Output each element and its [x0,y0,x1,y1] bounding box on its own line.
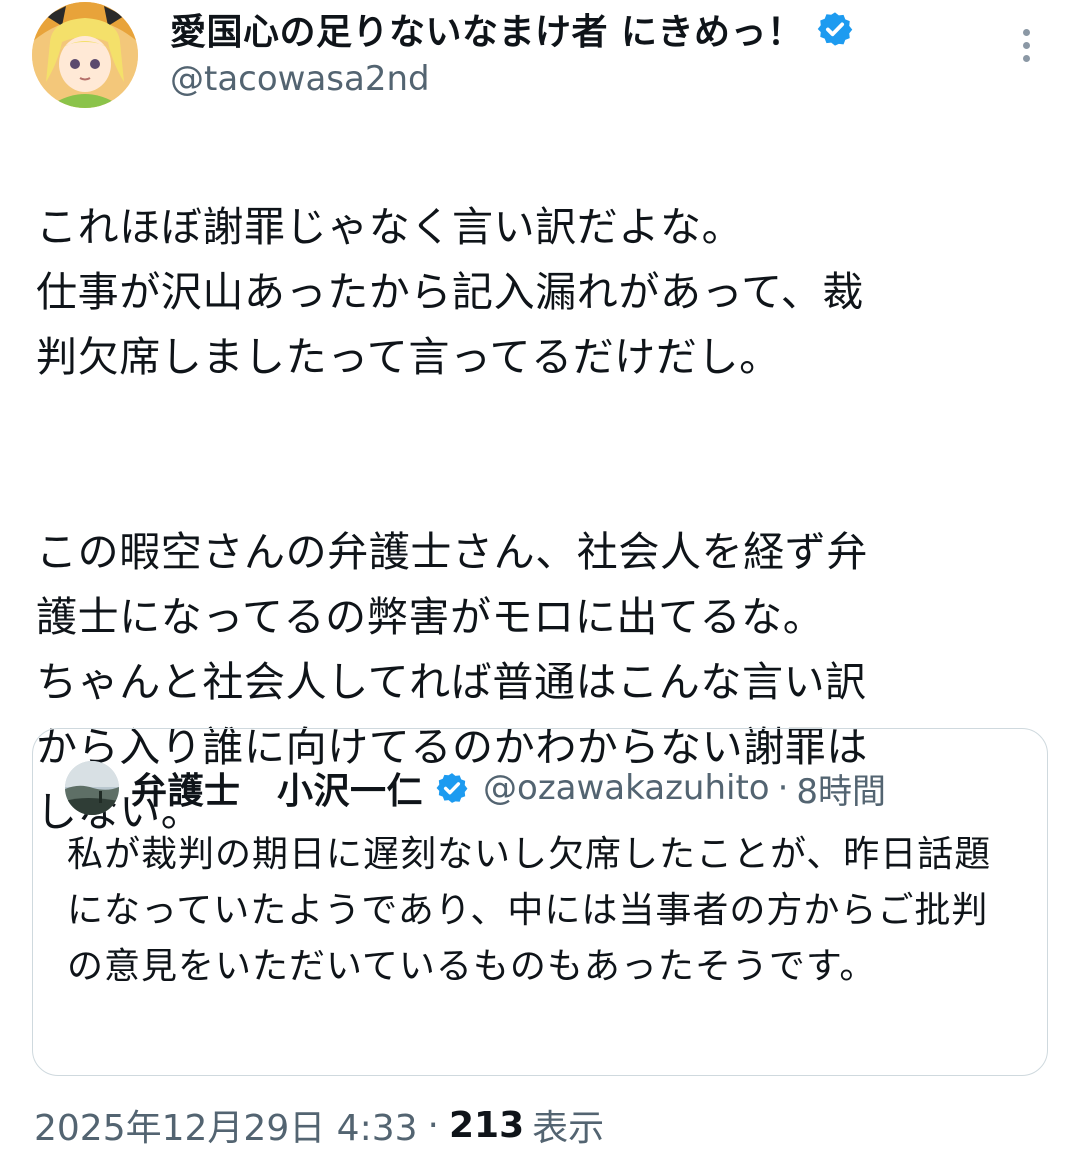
author-display-name[interactable]: 愛国心の足りないなまけ者 にきめっ！ [170,4,854,54]
author-avatar[interactable] [32,2,138,108]
footer-separator: · [427,1104,439,1146]
more-options-button[interactable] [1006,22,1046,68]
author-avatar-image [32,2,138,108]
more-dot-icon [1022,28,1030,36]
views-count: 213 [448,1104,525,1146]
quoted-author-avatar[interactable] [65,761,119,815]
tweet-footer: 2025年12月29日 4:33 · 213 表示 [34,1100,604,1150]
tweet-paragraph-1: これほぼ謝罪じゃなく言い訳だよな。 仕事が沢山あったから記入漏れがあって、裁 判… [36,203,864,381]
more-dot-icon [1022,41,1030,49]
quoted-tweet-header: 弁護士 小沢一仁 @ozawakazuhito · 8時間 [65,759,886,817]
quoted-author-name[interactable]: 弁護士 小沢一仁 [131,762,423,814]
views-label: 表示 [532,1108,605,1149]
author-display-name-text: 愛国心の足りないなまけ者 にきめっ！ [170,12,804,53]
quoted-timestamp[interactable]: 8時間 [796,764,886,813]
quoted-separator: · [777,768,789,808]
tweet: 愛国心の足りないなまけ者 にきめっ！ @tacowasa2nd これほぼ謝罪じゃ… [0,0,1080,1167]
tweet-timestamp[interactable]: 2025年12月29日 4:33 [34,1099,418,1151]
more-dot-icon [1022,54,1030,62]
quoted-tweet-card[interactable]: 弁護士 小沢一仁 @ozawakazuhito · 8時間 私が裁判の期日に遅刻… [32,728,1048,1076]
verified-badge-icon[interactable] [435,771,469,805]
verified-badge-icon[interactable] [816,10,854,48]
author-handle[interactable]: @tacowasa2nd [170,56,430,102]
quoted-tweet-text: 私が裁判の期日に遅刻ないし欠席したことが、昨日話題になっていたようであり、中には… [67,834,992,987]
quoted-author-handle[interactable]: @ozawakazuhito [483,768,770,808]
